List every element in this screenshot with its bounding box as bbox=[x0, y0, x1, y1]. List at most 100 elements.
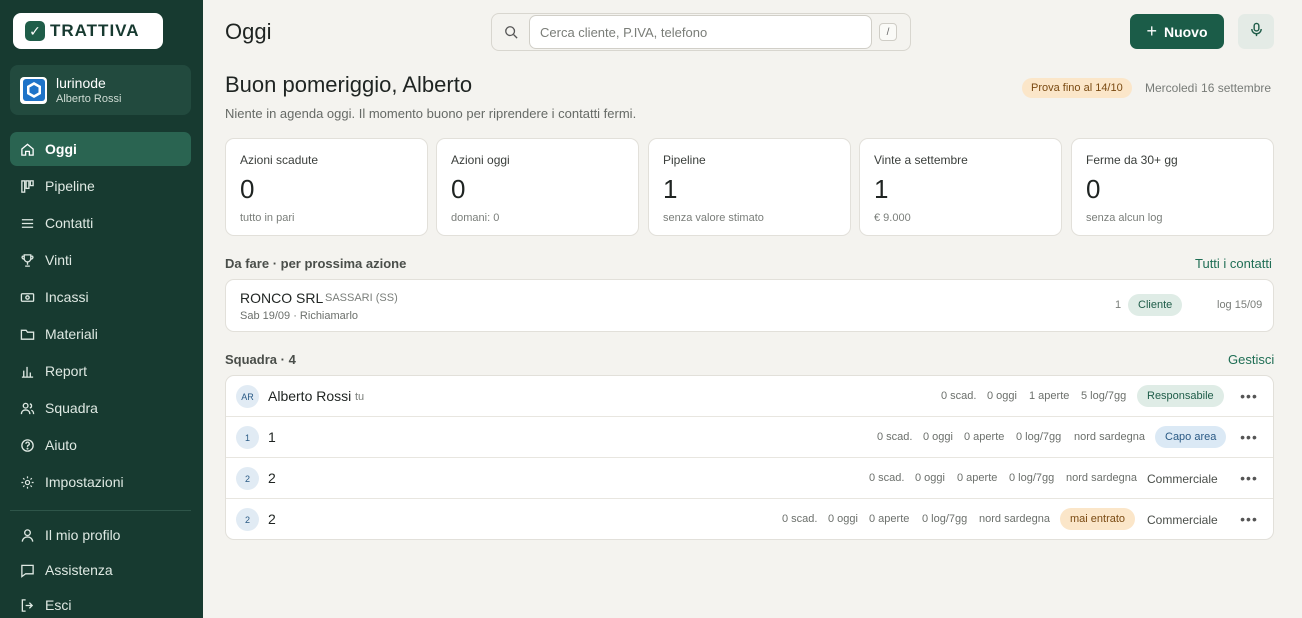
team-member-row[interactable]: 2 2 0 scad. 0 oggi 0 aperte 0 log/7gg no… bbox=[226, 499, 1273, 539]
nav-item-aiuto[interactable]: Aiuto bbox=[10, 428, 191, 462]
status-badge: mai entrato bbox=[1060, 508, 1136, 530]
nav-item-impostazioni[interactable]: Impostazioni bbox=[10, 465, 191, 499]
more-options-icon[interactable]: ••• bbox=[1238, 509, 1260, 529]
status-badge: Cliente bbox=[1128, 294, 1183, 316]
metric-aperte: 0 aperte bbox=[964, 431, 1005, 443]
metric-aperte: 0 aperte bbox=[869, 513, 910, 525]
metric-log: 0 log/7gg bbox=[1009, 472, 1055, 484]
member-role: Commerciale bbox=[1147, 472, 1218, 486]
more-options-icon[interactable]: ••• bbox=[1238, 386, 1260, 406]
pipeline-icon bbox=[20, 179, 35, 194]
sidebar-divider bbox=[10, 510, 191, 511]
nav-item-esci[interactable]: Esci bbox=[10, 589, 191, 618]
metric-log: 0 log/7gg bbox=[1016, 431, 1062, 443]
stat-label: Azioni scadute bbox=[240, 153, 319, 167]
nav-item-vinti[interactable]: Vinti bbox=[10, 243, 191, 277]
contact-location: SASSARI (SS) bbox=[325, 292, 398, 304]
list-icon bbox=[20, 216, 35, 231]
nav-item-oggi[interactable]: Oggi bbox=[10, 132, 191, 166]
team-member-row[interactable]: 1 1 0 scad. 0 oggi 0 aperte 0 log/7gg no… bbox=[226, 417, 1273, 458]
all-contacts-link[interactable]: Tutti i contatti bbox=[1195, 256, 1272, 271]
new-button-label: Nuovo bbox=[1163, 23, 1208, 40]
app-logo[interactable]: ✓ TRATTIVA bbox=[13, 13, 163, 49]
nav-label: Vinti bbox=[45, 252, 72, 268]
metric-scadute: 0 scad. bbox=[782, 513, 818, 525]
metric-oggi: 0 oggi bbox=[987, 390, 1017, 402]
stat-card-pipeline[interactable]: Pipeline 1 senza valore stimato bbox=[648, 138, 851, 236]
member-you-tag: tu bbox=[355, 391, 365, 403]
nav-item-materiali[interactable]: Materiali bbox=[10, 317, 191, 351]
plus-icon: + bbox=[1146, 21, 1157, 41]
account-nav: Il mio profilo Assistenza Esci bbox=[10, 519, 191, 618]
nav-item-report[interactable]: Report bbox=[10, 354, 191, 388]
more-options-icon[interactable]: ••• bbox=[1238, 468, 1260, 488]
bar-chart-icon bbox=[20, 364, 35, 379]
member-area: nord sardegna bbox=[1074, 431, 1145, 443]
stat-card-azioni-scadute[interactable]: Azioni scadute 0 tutto in pari bbox=[225, 138, 428, 236]
avatar: 1 bbox=[236, 426, 259, 449]
nav-item-contatti[interactable]: Contatti bbox=[10, 206, 191, 240]
metric-aperte: 0 aperte bbox=[957, 472, 998, 484]
nav-label: Assistenza bbox=[45, 562, 113, 578]
todo-section-title: Da fare · per prossima azione bbox=[225, 256, 407, 271]
greeting-title: Buon pomeriggio, Alberto bbox=[225, 72, 473, 97]
member-name: 1 bbox=[268, 429, 276, 445]
logout-icon bbox=[20, 598, 35, 613]
trial-badge: Prova fino al 14/10 bbox=[1022, 78, 1132, 98]
contact-name: RONCO SRL bbox=[240, 290, 324, 306]
metric-aperte: 1 aperte bbox=[1029, 390, 1070, 402]
team-member-row[interactable]: AR Alberto Rossi tu 0 scad. 0 oggi 1 ape… bbox=[226, 376, 1273, 417]
metric-scadute: 0 scad. bbox=[877, 431, 913, 443]
stat-label: Vinte a settembre bbox=[874, 153, 968, 167]
team-section-title: Squadra · 4 bbox=[225, 352, 296, 367]
microphone-button[interactable] bbox=[1238, 14, 1274, 49]
help-icon bbox=[20, 438, 35, 453]
search-input[interactable] bbox=[529, 15, 872, 49]
nav-item-incassi[interactable]: Incassi bbox=[10, 280, 191, 314]
metric-scadute: 0 scad. bbox=[941, 390, 977, 402]
metric-oggi: 0 oggi bbox=[923, 431, 953, 443]
organization-switcher[interactable]: lurinode Alberto Rossi bbox=[10, 65, 191, 115]
gear-icon bbox=[20, 475, 35, 490]
metric-log: 0 log/7gg bbox=[922, 513, 968, 525]
current-date: Mercoledì 16 settembre bbox=[1145, 81, 1272, 95]
nav-item-assistenza[interactable]: Assistenza bbox=[10, 554, 191, 586]
nav-label: Materiali bbox=[45, 326, 98, 342]
todo-item[interactable]: RONCO SRL SASSARI (SS) Sab 19/09 · Richi… bbox=[225, 279, 1274, 332]
action-count: 1 bbox=[1115, 299, 1122, 311]
check-logo-icon: ✓ bbox=[25, 21, 45, 41]
user-icon bbox=[20, 528, 35, 543]
manage-team-link[interactable]: Gestisci bbox=[1228, 352, 1274, 367]
stat-label: Ferme da 30+ gg bbox=[1086, 153, 1178, 167]
search-box: / bbox=[491, 13, 911, 51]
more-options-icon[interactable]: ••• bbox=[1238, 427, 1260, 447]
stat-value: 0 bbox=[240, 174, 255, 204]
avatar: AR bbox=[236, 385, 259, 408]
organization-name: lurinode bbox=[56, 74, 106, 91]
avatar: 2 bbox=[236, 467, 259, 490]
member-role: Commerciale bbox=[1147, 513, 1218, 527]
stat-subtext: senza alcun log bbox=[1086, 212, 1163, 224]
new-button[interactable]: + Nuovo bbox=[1130, 14, 1224, 49]
search-icon bbox=[504, 25, 518, 44]
metric-oggi: 0 oggi bbox=[915, 472, 945, 484]
metric-log: 5 log/7gg bbox=[1081, 390, 1127, 402]
logo-text: TRATTIVA bbox=[50, 21, 140, 40]
nav-item-squadra[interactable]: Squadra bbox=[10, 391, 191, 425]
member-area: nord sardegna bbox=[1066, 472, 1137, 484]
nav-label: Impostazioni bbox=[45, 474, 124, 490]
nav-item-profilo[interactable]: Il mio profilo bbox=[10, 519, 191, 551]
stat-value: 0 bbox=[1086, 174, 1101, 204]
nav-label: Report bbox=[45, 363, 88, 379]
nav-item-pipeline[interactable]: Pipeline bbox=[10, 169, 191, 203]
folder-icon bbox=[20, 327, 35, 342]
stat-card-ferme[interactable]: Ferme da 30+ gg 0 senza alcun log bbox=[1071, 138, 1274, 236]
role-badge: Responsabile bbox=[1137, 385, 1224, 407]
stat-card-vinte[interactable]: Vinte a settembre 1 € 9.000 bbox=[859, 138, 1062, 236]
stat-value: 1 bbox=[663, 174, 678, 204]
home-icon bbox=[20, 142, 35, 157]
stat-card-azioni-oggi[interactable]: Azioni oggi 0 domani: 0 bbox=[436, 138, 639, 236]
nav-label: Incassi bbox=[45, 289, 89, 305]
organization-user: Alberto Rossi bbox=[56, 92, 122, 105]
team-member-row[interactable]: 2 2 0 scad. 0 oggi 0 aperte 0 log/7gg no… bbox=[226, 458, 1273, 499]
